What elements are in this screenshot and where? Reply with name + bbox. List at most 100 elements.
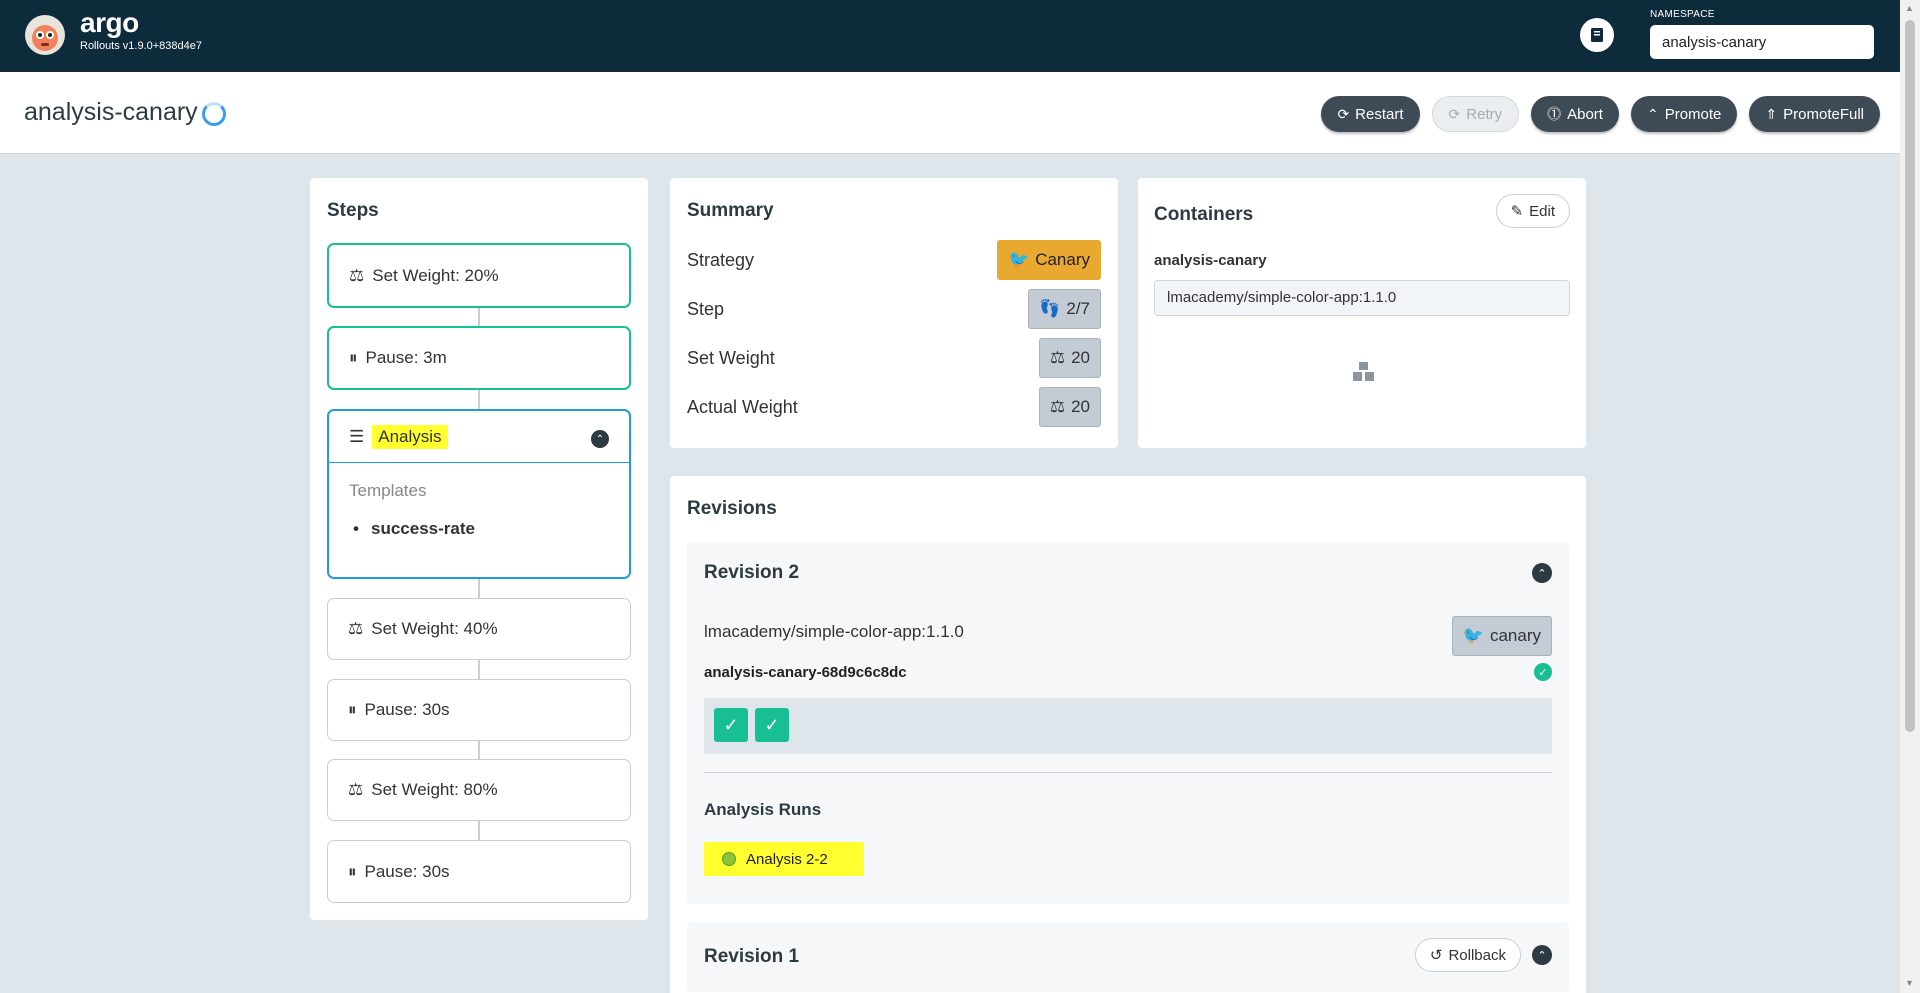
retry-label: Retry — [1466, 105, 1503, 123]
summary-key: Strategy — [687, 250, 755, 270]
chevron-up-icon[interactable]: ⌃ — [1532, 563, 1552, 583]
progressing-spinner-icon — [202, 102, 226, 126]
pause-icon: ⏸ — [348, 861, 357, 881]
pause-icon: ⏸ — [348, 700, 357, 719]
rollback-button[interactable]: ↺ Rollback — [1414, 938, 1521, 972]
step-badge: 👣 2/7 — [1028, 289, 1101, 329]
step-connector — [478, 390, 480, 410]
retry-button[interactable]: ⟳ Retry — [1431, 96, 1520, 132]
promote-full-button[interactable]: ⇑ PromoteFull — [1749, 96, 1880, 132]
shoe-prints-icon: 👣 — [1039, 299, 1061, 318]
step-connector — [478, 740, 480, 760]
retry-icon: ⟳ — [1448, 105, 1461, 122]
analysis-run-label: Analysis 2-2 — [746, 850, 828, 868]
restart-label: Restart — [1355, 105, 1404, 123]
step-set-weight-80[interactable]: ⚖ Set Weight: 80% — [327, 759, 631, 821]
templates-label: Templates — [349, 481, 427, 500]
promote-label: Promote — [1664, 105, 1722, 123]
summary-key: Set Weight — [687, 348, 775, 368]
analysis-runs-title: Analysis Runs — [704, 800, 822, 819]
badge-label: canary — [1489, 626, 1541, 645]
page-scrollbar[interactable]: ▲ ▼ — [1900, 0, 1920, 993]
promote-full-label: PromoteFull — [1783, 105, 1864, 123]
summary-value: Canary — [1035, 250, 1090, 269]
step-set-weight-40[interactable]: ⚖ Set Weight: 40% — [327, 598, 631, 660]
pod-healthy[interactable]: ✓ — [714, 708, 748, 742]
exclamation-circle-icon: ⓵ — [1547, 106, 1562, 122]
rollback-label: Rollback — [1448, 946, 1506, 964]
step-label: Pause: 30s — [364, 700, 450, 719]
edit-label: Edit — [1529, 202, 1555, 220]
summary-row-set-weight: Set Weight ⚖ 20 — [687, 338, 1101, 378]
scale-icon: ⚖ — [349, 265, 365, 285]
summary-key: Step — [687, 299, 725, 319]
summary-value: 20 — [1071, 348, 1090, 367]
pod-healthy[interactable]: ✓ — [755, 708, 789, 742]
revision-2: Revision 2 ⌃ lmacademy/simple-color-app:… — [687, 542, 1569, 904]
restart-button[interactable]: ⟳ Restart — [1321, 96, 1420, 132]
containers-panel: Containers ✎ Edit analysis-canary lmacade… — [1138, 178, 1586, 448]
chevron-up-icon[interactable]: ⌃ — [591, 430, 609, 448]
set-weight-badge: ⚖ 20 — [1038, 338, 1101, 378]
chart-icon: ☰ — [349, 427, 365, 446]
scale-icon: ⚖ — [348, 780, 364, 799]
pod-list: ✓ ✓ — [704, 698, 1552, 754]
revisions-title: Revisions — [687, 498, 777, 519]
abort-button[interactable]: ⓵ Abort — [1531, 96, 1619, 132]
restart-icon: ⟳ — [1337, 105, 1350, 122]
step-connector — [478, 820, 480, 840]
undo-icon: ↺ — [1429, 947, 1443, 964]
summary-row-actual-weight: Actual Weight ⚖ 20 — [687, 387, 1101, 427]
step-label: Pause: 30s — [364, 861, 450, 881]
revision-title: Revision 1 — [704, 946, 800, 967]
scale-icon: ⚖ — [1049, 397, 1066, 416]
check-circle-icon: ✓ — [1534, 663, 1552, 681]
step-pause-30s[interactable]: ⏸ Pause: 30s — [327, 679, 631, 741]
step-analysis[interactable]: ☰ Analysis ⌃ Templates success-rate — [327, 409, 631, 579]
template-item: success-rate — [353, 519, 475, 539]
summary-value: 2/7 — [1066, 299, 1090, 318]
revisions-panel: Revisions Revision 2 ⌃ lmacademy/simple-… — [670, 476, 1586, 993]
book-icon — [1591, 28, 1603, 42]
analysis-run-chip[interactable]: Analysis 2-2 — [704, 842, 864, 876]
namespace-label: NAMESPACE — [1650, 9, 1715, 20]
analysis-step-header: ☰ Analysis ⌃ — [329, 411, 629, 463]
abort-label: Abort — [1567, 105, 1603, 123]
app-version: Rollouts v1.9.0+838d4e7 — [80, 40, 203, 52]
promote-button[interactable]: ⌃ Promote — [1630, 96, 1738, 132]
page-title: analysis-canary — [24, 98, 198, 126]
arrow-up-circle-icon: ⇑ — [1765, 105, 1778, 122]
pause-icon: ⏸ — [349, 348, 358, 367]
edit-button[interactable]: ✎ Edit — [1495, 194, 1570, 228]
namespace-input[interactable] — [1650, 25, 1874, 59]
scroll-up-icon[interactable]: ▲ — [1905, 3, 1914, 13]
summary-title: Summary — [687, 200, 774, 221]
chevron-up-circle-icon: ⌃ — [1646, 105, 1659, 122]
actual-weight-badge: ⚖ 20 — [1038, 387, 1101, 427]
scroll-down-icon[interactable]: ▼ — [1905, 978, 1914, 988]
revision-image: lmacademy/simple-color-app:1.1.0 — [704, 622, 964, 641]
step-pause-30s[interactable]: ⏸ Pause: 30s — [327, 840, 631, 903]
step-label: Pause: 3m — [365, 348, 447, 367]
step-pause-3m[interactable]: ⏸ Pause: 3m — [327, 326, 631, 390]
replicaset-name: analysis-canary-68d9c6c8dc — [704, 664, 907, 681]
bird-icon: 🐦 — [1008, 250, 1030, 269]
top-bar: argo Rollouts v1.9.0+838d4e7 NAMESPACE — [0, 0, 1900, 72]
step-label: Set Weight: 40% — [371, 619, 498, 638]
step-label: Set Weight: 80% — [371, 780, 498, 799]
summary-row-strategy: Strategy 🐦 Canary — [687, 240, 1101, 280]
chevron-up-icon[interactable]: ⌃ — [1532, 945, 1552, 965]
bird-icon: 🐦 — [1462, 626, 1484, 645]
scale-icon: ⚖ — [1049, 348, 1066, 367]
scale-icon: ⚖ — [348, 619, 364, 638]
container-name: analysis-canary — [1154, 252, 1267, 269]
docs-button[interactable] — [1580, 18, 1614, 52]
container-image-field[interactable]: lmacademy/simple-color-app:1.1.0 — [1154, 280, 1570, 316]
revision-1: Revision 1 ↺ Rollback ⌃ — [687, 922, 1569, 992]
pencil-icon: ✎ — [1510, 203, 1524, 220]
scroll-thumb[interactable] — [1905, 20, 1915, 732]
rollout-actions: ⟳ Restart ⟳ Retry ⓵ Abort ⌃ Promote ⇑ Promote… — [1321, 96, 1880, 132]
step-label: Analysis — [372, 425, 448, 449]
step-connector — [478, 660, 480, 680]
step-set-weight-20[interactable]: ⚖ Set Weight: 20% — [327, 243, 631, 308]
